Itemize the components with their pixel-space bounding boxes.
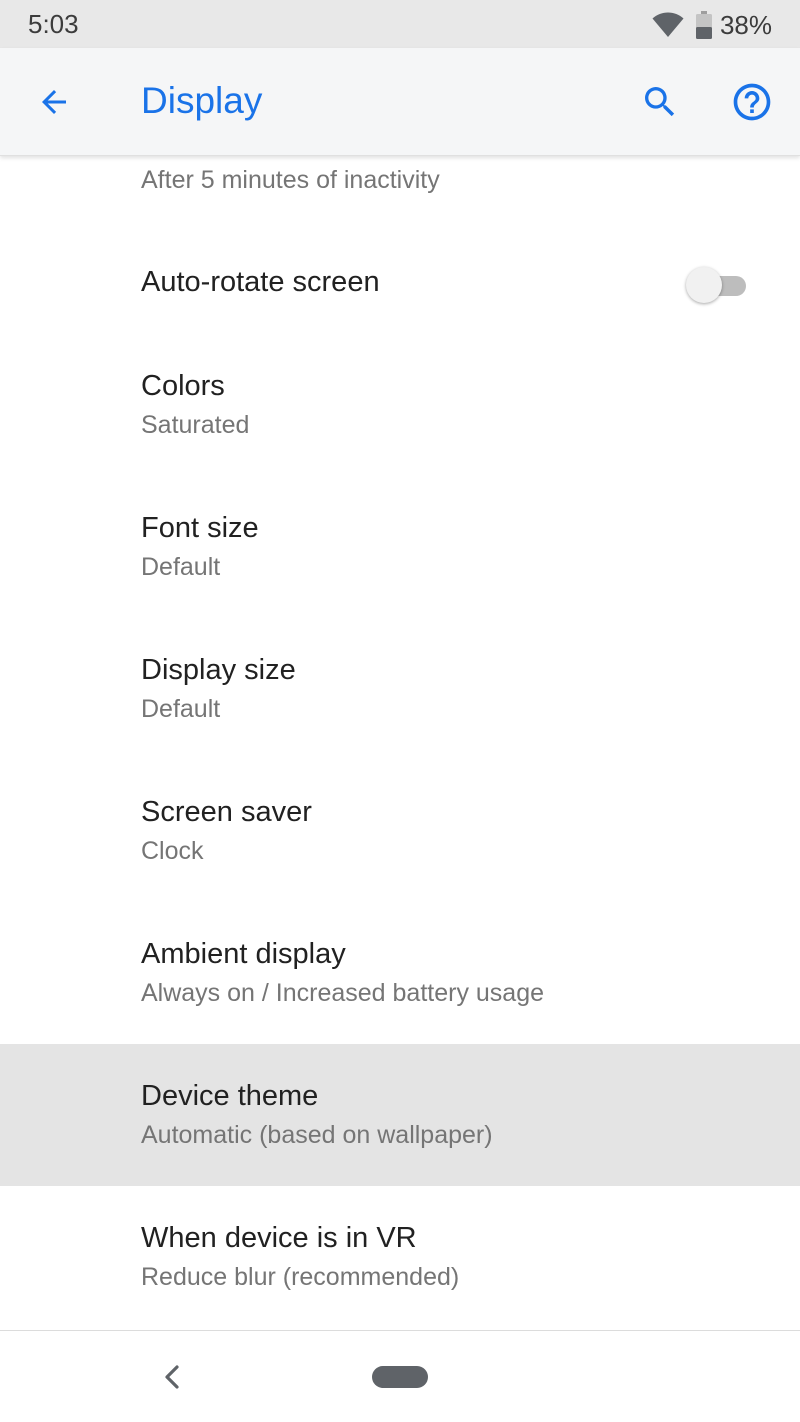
list-item-summary: Default xyxy=(141,553,221,581)
list-item-title: Colors xyxy=(141,370,225,402)
navigation-bar xyxy=(0,1330,800,1422)
list-item-summary: Saturated xyxy=(141,411,250,439)
status-bar: 5:03 38% xyxy=(0,0,800,48)
list-item-summary: Reduce blur (recommended) xyxy=(141,1263,460,1291)
status-time: 5:03 xyxy=(28,9,79,39)
list-item-title: When device is in VR xyxy=(141,1222,417,1254)
list-item-summary: Clock xyxy=(141,837,204,865)
list-item-summary: Always on / Increased battery usage xyxy=(141,979,545,1007)
list-item-title: Font size xyxy=(141,512,259,544)
nav-back-button[interactable] xyxy=(152,1357,192,1397)
list-item-title: Screen saver xyxy=(141,796,312,828)
list-item-summary: Default xyxy=(141,695,221,723)
list-item-title: Auto-rotate screen xyxy=(141,266,380,298)
list-item-colors[interactable]: Colors Saturated xyxy=(0,348,800,490)
list-item-screen-saver[interactable]: Screen saver Clock xyxy=(0,774,800,916)
list-item-sleep[interactable]: After 5 minutes of inactivity xyxy=(0,156,800,222)
list-item-ambient-display[interactable]: Ambient display Always on / Increased ba… xyxy=(0,916,800,1044)
settings-list: After 5 minutes of inactivity Auto-rotat… xyxy=(0,156,800,1330)
nav-back-icon xyxy=(165,1365,179,1389)
list-item-display-size[interactable]: Display size Default xyxy=(0,632,800,774)
help-button[interactable] xyxy=(722,72,782,132)
page-title: Display xyxy=(141,80,263,121)
list-item-font-size[interactable]: Font size Default xyxy=(0,490,800,632)
battery-percent: 38% xyxy=(719,9,772,40)
list-item-summary: Automatic (based on wallpaper) xyxy=(141,1121,493,1149)
auto-rotate-toggle[interactable] xyxy=(686,265,748,305)
list-item-auto-rotate[interactable]: Auto-rotate screen xyxy=(0,222,800,348)
app-bar: Display xyxy=(0,48,800,156)
list-item-title: Device theme xyxy=(141,1080,319,1112)
search-button[interactable] xyxy=(630,72,690,132)
list-item-device-theme[interactable]: Device theme Automatic (based on wallpap… xyxy=(0,1044,800,1186)
wifi-icon xyxy=(652,12,684,38)
battery-icon xyxy=(695,11,712,39)
home-pill-icon[interactable] xyxy=(372,1366,428,1388)
back-arrow-icon xyxy=(42,90,66,114)
list-item-vr[interactable]: When device is in VR Reduce blur (recomm… xyxy=(0,1186,800,1330)
list-item-title: Ambient display xyxy=(141,938,346,970)
list-item-title: Display size xyxy=(141,654,296,686)
search-icon xyxy=(645,87,675,117)
back-button[interactable] xyxy=(24,72,84,132)
help-icon xyxy=(733,83,771,121)
status-icons: 38% xyxy=(652,9,772,41)
toggle-thumb xyxy=(686,267,722,303)
list-item-summary: After 5 minutes of inactivity xyxy=(141,166,440,194)
